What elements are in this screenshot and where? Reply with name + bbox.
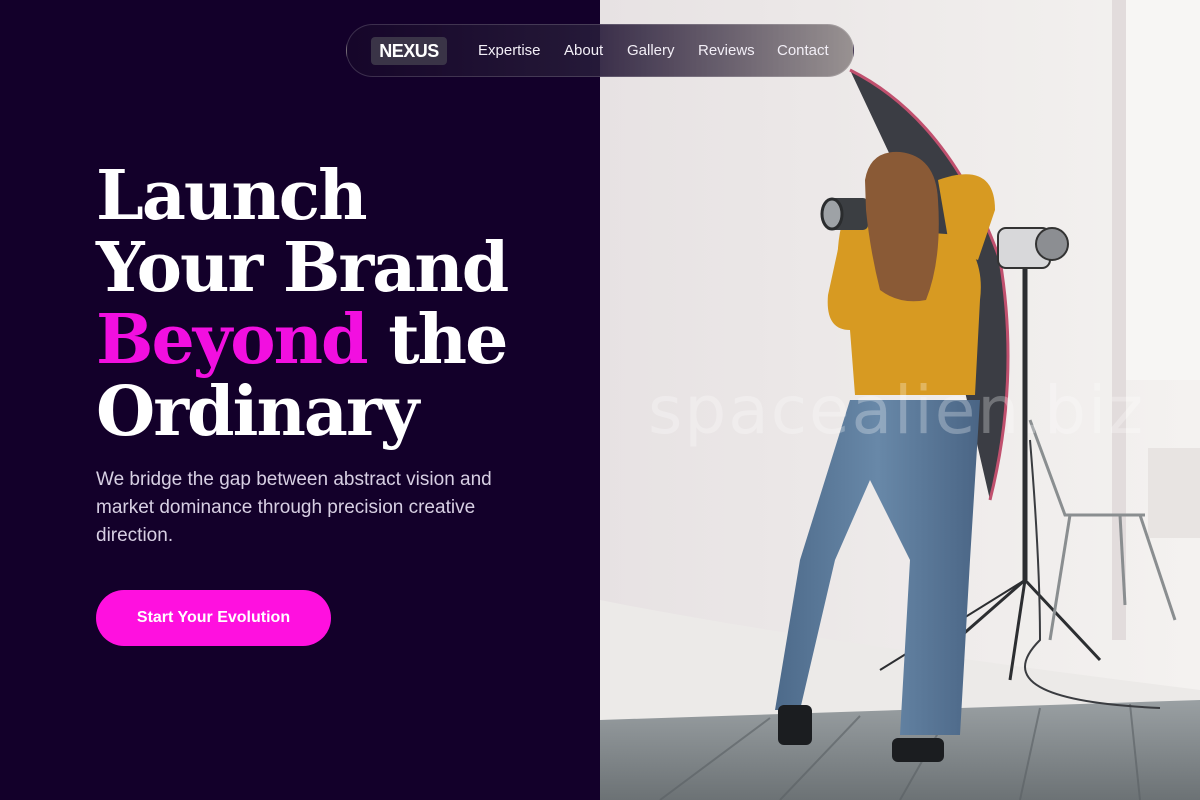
nav-link-about[interactable]: About [564,42,603,59]
headline-line-4: Ordinary [96,372,419,452]
watermark-text: spacealien.biz [648,372,1146,449]
headline-line-3-rest: the [366,300,508,380]
nav-link-reviews[interactable]: Reviews [698,42,755,59]
nav-link-gallery[interactable]: Gallery [627,42,675,59]
start-evolution-button[interactable]: Start Your Evolution [96,590,331,646]
main-navigation: NEXUS Expertise About Gallery Reviews Co… [346,24,854,77]
headline-line-2: Your Brand [96,228,509,308]
hero-headline: Launch Your Brand Beyond the Ordinary [96,156,509,452]
nav-link-contact[interactable]: Contact [777,42,829,59]
headline-line-1: Launch [96,156,368,236]
headline-line-3: Beyond the [96,304,508,376]
brand-logo[interactable]: NEXUS [371,37,447,65]
hero-subtext: We bridge the gap between abstract visio… [96,469,492,546]
nav-link-expertise[interactable]: Expertise [478,42,541,59]
headline-accent-word: Beyond [96,300,369,380]
